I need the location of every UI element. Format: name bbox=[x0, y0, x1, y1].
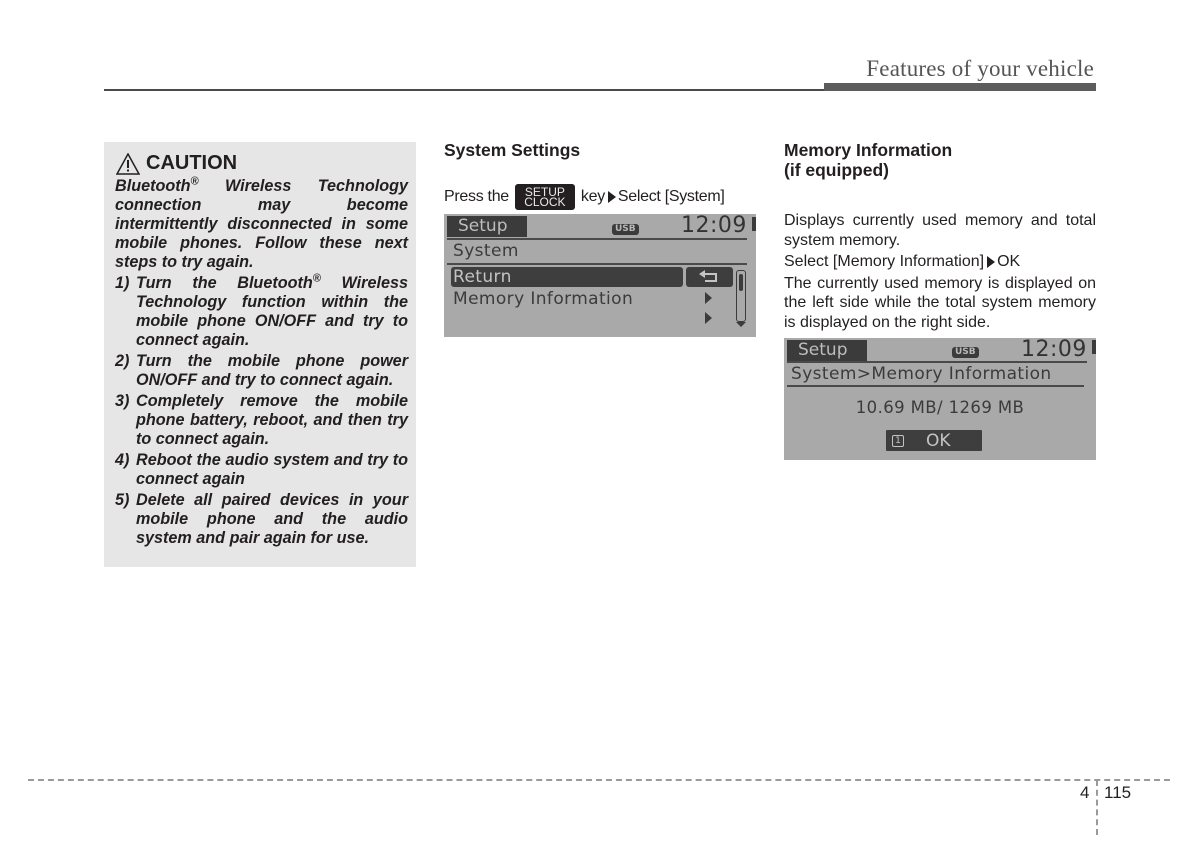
screen-divider bbox=[447, 263, 747, 265]
footer-rule bbox=[28, 779, 1170, 781]
scroll-down-icon[interactable] bbox=[736, 322, 746, 327]
memory-info-screen: Setup USB 12:09 System>Memory Informatio… bbox=[784, 338, 1096, 460]
caution-heading: CAUTION bbox=[115, 151, 238, 175]
caution-step: 5) Delete all paired devices in your mobi… bbox=[115, 491, 408, 547]
screen-edge bbox=[752, 217, 756, 231]
memory-info-description: Displays currently used memory and total… bbox=[784, 212, 1096, 331]
scrollbar-thumb[interactable] bbox=[739, 274, 743, 291]
page-number: 115 bbox=[1104, 783, 1132, 802]
system-settings-instruction: Press the SETUP CLOCK key Select [System] bbox=[444, 184, 725, 210]
caution-step: 1) Turn the Bluetooth® Wireless Technolog… bbox=[115, 272, 408, 349]
caution-step: 3) Completely remove the mobile phone bat… bbox=[115, 392, 408, 448]
screen-divider bbox=[787, 385, 1084, 387]
arrow-right-icon bbox=[607, 191, 616, 203]
return-arrow-icon[interactable] bbox=[686, 267, 733, 287]
ok-button[interactable]: 1 OK bbox=[886, 430, 982, 451]
memory-value: 10.69 MB/ 1269 MB bbox=[855, 398, 1025, 417]
caution-title: CAUTION bbox=[146, 152, 238, 174]
screen-tab-setup: Setup bbox=[787, 340, 867, 361]
screen-breadcrumb: System>Memory Information bbox=[791, 364, 1052, 384]
arrow-right-icon bbox=[987, 255, 996, 268]
chapter-number: 4 bbox=[1080, 783, 1090, 802]
caution-steps: 1) Turn the Bluetooth® Wireless Technolog… bbox=[115, 272, 408, 548]
screen-divider bbox=[447, 238, 747, 240]
footer-divider bbox=[1096, 780, 1098, 835]
screen-tab-setup: Setup bbox=[447, 216, 527, 237]
chevron-right-icon bbox=[705, 292, 712, 304]
screen-heading: System bbox=[453, 241, 519, 261]
memory-info-title: Memory Information (if equipped) bbox=[784, 140, 953, 180]
system-settings-title: System Settings bbox=[444, 140, 581, 160]
ok-label: OK bbox=[926, 430, 951, 451]
caution-step: 2) Turn the mobile phone power ON/OFF and… bbox=[115, 352, 408, 389]
menu-item-memory-information[interactable]: Memory Information bbox=[453, 289, 633, 309]
header-rule bbox=[104, 89, 824, 91]
caution-step: 4) Reboot the audio system and try to con… bbox=[115, 451, 408, 488]
caution-intro: Bluetooth® Wireless Technology connectio… bbox=[115, 175, 408, 271]
menu-item-return-label: Return bbox=[453, 267, 512, 287]
chevron-right-icon bbox=[705, 312, 712, 324]
usb-badge-icon: USB bbox=[952, 347, 979, 358]
screen-clock: 12:09 bbox=[1021, 337, 1087, 362]
warning-triangle-icon bbox=[115, 151, 141, 175]
caution-box: CAUTION Bluetooth® Wireless Technology c… bbox=[104, 142, 416, 567]
section-title: Features of your vehicle bbox=[866, 56, 1094, 81]
key-1-icon: 1 bbox=[892, 434, 904, 447]
header-rule-accent bbox=[824, 83, 1096, 91]
screen-edge bbox=[1092, 340, 1096, 354]
screen-divider bbox=[787, 361, 1087, 363]
usb-badge-icon: USB bbox=[612, 224, 639, 235]
setup-clock-key-icon: SETUP CLOCK bbox=[514, 184, 575, 210]
caution-body: Bluetooth® Wireless Technology connectio… bbox=[115, 175, 408, 550]
system-screen: Setup USB 12:09 System Return Memory Inf… bbox=[444, 214, 756, 337]
scrollbar[interactable] bbox=[736, 270, 746, 322]
screen-clock: 12:09 bbox=[681, 213, 747, 238]
